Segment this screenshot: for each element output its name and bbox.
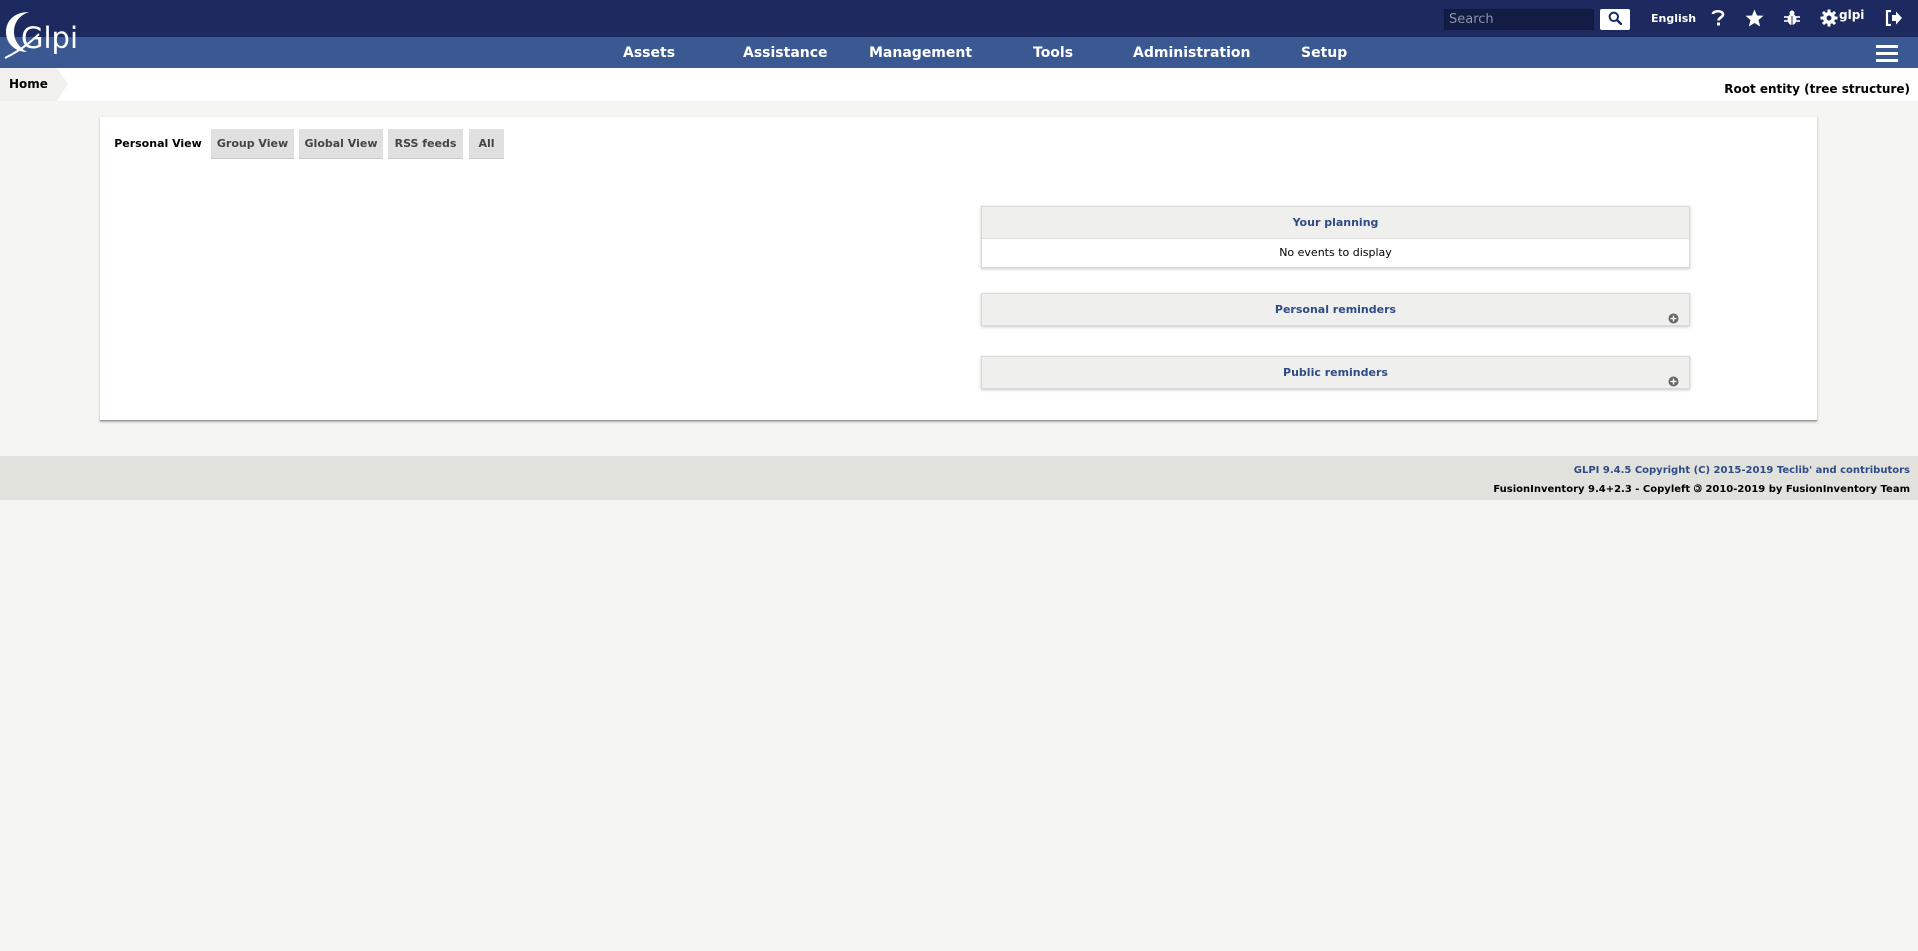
personal-reminders-header: Personal reminders (982, 294, 1689, 325)
nav-administration[interactable]: Administration (1133, 45, 1250, 61)
add-personal-reminder-icon[interactable] (1668, 305, 1679, 324)
breadcrumb-bar: Home Root entity (tree structure) (0, 68, 1918, 101)
search-input[interactable] (1444, 9, 1594, 30)
nav-setup[interactable]: Setup (1301, 45, 1347, 61)
nav-management[interactable]: Management (869, 45, 972, 61)
glpi-copyright-link[interactable]: GLPI 9.4.5 Copyright (C) 2015-2019 Tecli… (1574, 465, 1910, 476)
tab-global-view[interactable]: Global View (299, 129, 383, 159)
gear-icon[interactable] (1819, 8, 1839, 28)
main-nav: Assets Assistance Management Tools Admin… (0, 37, 1918, 68)
public-reminders-box: Public reminders (981, 356, 1690, 389)
user-menu[interactable]: glpi (1839, 8, 1864, 22)
tab-rss-feeds[interactable]: RSS feeds (388, 129, 463, 159)
breadcrumb-arrow (57, 68, 68, 101)
public-reminders-title[interactable]: Public reminders (1283, 366, 1388, 379)
add-public-reminder-icon[interactable] (1668, 368, 1679, 387)
hamburger-menu-icon[interactable] (1876, 43, 1898, 63)
logo-text: Glpi (21, 21, 78, 55)
help-icon[interactable] (1708, 8, 1728, 28)
search-button[interactable] (1600, 9, 1630, 30)
star-icon[interactable] (1744, 8, 1764, 28)
fusioninventory-copyright: FusionInventory 9.4+2.3 - Copyleft 🄯 201… (1493, 484, 1910, 495)
tab-group-view[interactable]: Group View (211, 129, 294, 159)
nav-assets[interactable]: Assets (623, 45, 675, 61)
personal-reminders-title[interactable]: Personal reminders (1275, 303, 1396, 316)
nav-tools[interactable]: Tools (1033, 45, 1073, 61)
language-selector[interactable]: English (1651, 12, 1696, 25)
glpi-logo[interactable]: Glpi (3, 8, 95, 60)
home-panel: Personal View Group View Global View RSS… (100, 117, 1817, 421)
footer: GLPI 9.4.5 Copyright (C) 2015-2019 Tecli… (0, 456, 1918, 500)
personal-reminders-box: Personal reminders (981, 293, 1690, 326)
nav-assistance[interactable]: Assistance (743, 45, 828, 61)
planning-box: Your planning No events to display (981, 206, 1690, 268)
search-icon (1608, 11, 1623, 28)
logout-icon[interactable] (1884, 8, 1904, 28)
global-search (1444, 9, 1630, 30)
planning-empty-text: No events to display (982, 238, 1689, 267)
tab-all[interactable]: All (469, 129, 504, 159)
top-header: English (0, 0, 1918, 37)
entity-selector[interactable]: Root entity (tree structure) (1724, 82, 1910, 96)
breadcrumb-home[interactable]: Home (0, 68, 57, 101)
public-reminders-header: Public reminders (982, 357, 1689, 388)
planning-title[interactable]: Your planning (982, 207, 1689, 238)
bug-icon[interactable] (1782, 8, 1802, 28)
tab-personal-view[interactable]: Personal View (113, 129, 203, 158)
